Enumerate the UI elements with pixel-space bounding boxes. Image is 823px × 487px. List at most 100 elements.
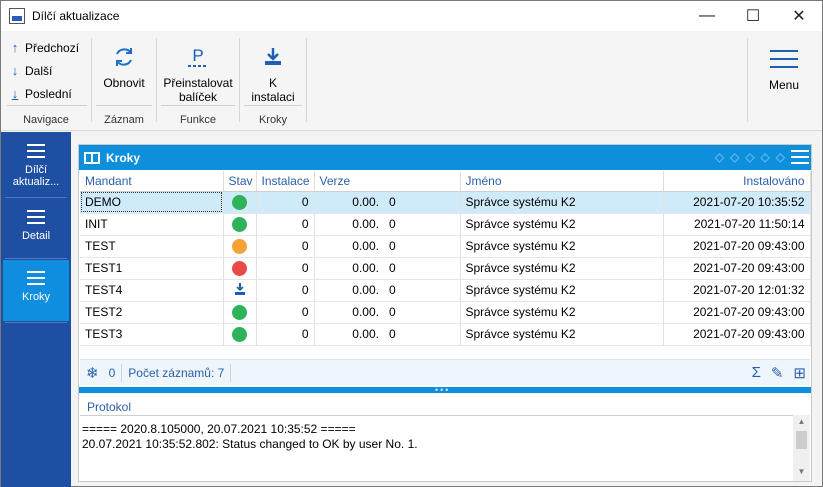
edit-icon[interactable]: ◇ — [745, 150, 754, 164]
panel-title: Kroky — [106, 150, 141, 165]
table-row[interactable]: TEST2 0 0.00. 0 Správce systému K2 2021-07-20… — [80, 301, 811, 324]
cell-verze-build: 0 — [384, 213, 461, 236]
cell-verze: 0.00. — [314, 235, 384, 258]
refresh-button[interactable]: Obnovit — [96, 42, 152, 90]
sidebar-item-partial-update[interactable]: Dílčí aktualiz... — [3, 144, 69, 200]
splitter[interactable]: ••• — [79, 385, 811, 395]
splitter-grip-icon: ••• — [435, 385, 451, 395]
cell-jmeno: Správce systému K2 — [460, 301, 664, 324]
nav-next-button[interactable]: ↓ Další — [1, 59, 91, 82]
column-header-verze[interactable]: Verze — [314, 171, 384, 192]
cell-verze-build: 0 — [384, 279, 461, 302]
cell-stav — [223, 191, 257, 214]
cell-instalovano: 2021-07-20 09:43:00 — [663, 323, 811, 346]
book-icon — [84, 151, 100, 164]
cell-verze: 0.00. — [314, 213, 384, 236]
protokol-textarea[interactable]: ===== 2020.8.105000, 20.07.2021 10:35:52… — [80, 415, 810, 481]
to-install-button[interactable]: K instalaci — [244, 42, 302, 104]
cell-instalace: 0 — [256, 213, 315, 236]
group-label-steps: Kroky — [258, 114, 288, 126]
panel-menu-icon[interactable] — [791, 150, 809, 168]
cell-instalace: 0 — [256, 279, 315, 302]
nav-last-button[interactable]: ↓ Poslední — [1, 82, 91, 105]
cell-verze-build: 0 — [384, 257, 461, 280]
grid-icon[interactable]: ◇ — [776, 150, 785, 164]
column-header-stav[interactable]: Stav — [223, 171, 257, 192]
column-header-jmeno[interactable]: Jméno — [460, 171, 664, 192]
cell-verze: 0.00. — [314, 257, 384, 280]
to-install-label-2: instalaci — [251, 90, 295, 104]
sidebar-item-label: Kroky — [21, 291, 51, 303]
add-record-icon[interactable]: ⊞ — [793, 364, 806, 382]
sort-icon[interactable]: ◇ — [730, 150, 739, 164]
sidebar-item-steps[interactable]: Kroky — [3, 260, 69, 321]
sidebar-divider — [5, 197, 67, 198]
status-bar: ❄ 0 Počet záznamů: 7 Σ ✎ ⊞ — [80, 359, 810, 385]
column-header-instalace[interactable]: Instalace — [256, 171, 315, 192]
minimize-button[interactable]: — — [684, 1, 730, 31]
app-icon — [9, 8, 25, 24]
ribbon-separator — [747, 38, 748, 122]
cell-stav — [223, 213, 257, 236]
cell-jmeno: Správce systému K2 — [460, 323, 664, 346]
panel-header: Kroky ◇ ◇ ◇ ◇ ◇ — [79, 145, 811, 170]
panel-toolbar: ◇ ◇ ◇ ◇ ◇ — [715, 150, 785, 164]
table-row[interactable]: TEST 0 0.00. 0 Správce systému K2 2021-07-20 … — [80, 235, 811, 258]
protokol-line: ===== 2020.8.105000, 20.07.2021 10:35:52… — [82, 422, 356, 436]
nav-previous-label: Předchozí — [25, 40, 80, 55]
cell-instalovano: 2021-07-20 09:43:00 — [663, 301, 811, 324]
scroll-thumb[interactable] — [796, 431, 807, 449]
cell-mandant: INIT — [80, 213, 224, 236]
to-install-label-1: K — [268, 76, 277, 90]
protokol-label: Protokol — [87, 400, 132, 414]
cell-instalace: 0 — [256, 235, 315, 258]
cell-verze-build: 0 — [384, 323, 461, 346]
hamburger-icon — [27, 144, 45, 158]
filter-icon[interactable]: ◇ — [715, 150, 724, 164]
close-button[interactable]: ✕ — [776, 1, 822, 31]
protokol-scrollbar[interactable]: ▲ ▼ — [793, 415, 810, 481]
scroll-down-icon[interactable]: ▼ — [793, 465, 810, 479]
column-header-mandant[interactable]: Mandant — [80, 171, 224, 192]
sidebar: Dílčí aktualiz... Detail Kroky — [1, 132, 71, 487]
snowflake-icon[interactable]: ❄ — [86, 364, 99, 382]
protokol-line: 20.07.2021 10:35:52.802: Status changed … — [82, 437, 418, 451]
table-header-row: Mandant Stav Instalace Verze Jméno Insta… — [80, 171, 811, 192]
status-green-dot — [232, 304, 247, 320]
table-row[interactable]: INIT 0 0.00. 0 Správce systému K2 2021-07-20 … — [80, 213, 811, 236]
nav-previous-button[interactable]: ↑ Předchozí — [1, 36, 91, 59]
table-row[interactable]: TEST4 0 0.00. 0 Správce systému K2 2021-07-20… — [80, 279, 811, 302]
status-separator — [230, 363, 232, 382]
maximize-button[interactable]: ☐ — [730, 1, 776, 31]
sidebar-divider — [5, 258, 67, 259]
status-separator — [121, 363, 123, 382]
status-green-dot — [232, 194, 247, 210]
svg-text:P: P — [192, 46, 203, 65]
cell-stav — [223, 257, 257, 280]
reinstall-package-button[interactable]: P Přeinstalovat balíček — [159, 42, 237, 104]
cell-instalovano: 2021-07-20 09:43:00 — [663, 235, 811, 258]
reinstall-label-2: balíček — [178, 90, 218, 104]
nav-last-label: Poslední — [25, 86, 72, 101]
status-green-dot — [232, 326, 247, 342]
table-row[interactable]: DEMO 0 0.00. 0 Správce systému K2 2021-07-20 … — [80, 191, 811, 214]
sidebar-divider — [5, 322, 67, 323]
cell-stav — [223, 301, 257, 324]
export-icon[interactable]: ◇ — [761, 150, 770, 164]
column-header-instalovano[interactable]: Instalováno — [663, 171, 811, 192]
table-row[interactable]: TEST1 0 0.00. 0 Správce systému K2 2021-07-20… — [80, 257, 811, 280]
sum-icon[interactable]: Σ — [752, 364, 761, 382]
pencil-icon[interactable]: ✎ — [771, 364, 784, 382]
status-red-dot — [232, 260, 247, 276]
sidebar-item-label: Detail — [21, 230, 51, 242]
cell-mandant: TEST3 — [80, 323, 224, 346]
sidebar-item-detail[interactable]: Detail — [3, 210, 69, 260]
cell-mandant: TEST2 — [80, 301, 224, 324]
group-record: Obnovit Záznam — [92, 36, 156, 128]
record-count: Počet záznamů: 7 — [128, 365, 225, 380]
arrow-down-icon: ↓ — [11, 63, 19, 78]
scroll-up-icon[interactable]: ▲ — [793, 415, 810, 429]
table-row[interactable]: TEST3 0 0.00. 0 Správce systému K2 2021-07-20… — [80, 323, 811, 346]
menu-button[interactable]: Menu — [757, 44, 811, 92]
group-steps: K instalaci Kroky — [240, 36, 306, 128]
